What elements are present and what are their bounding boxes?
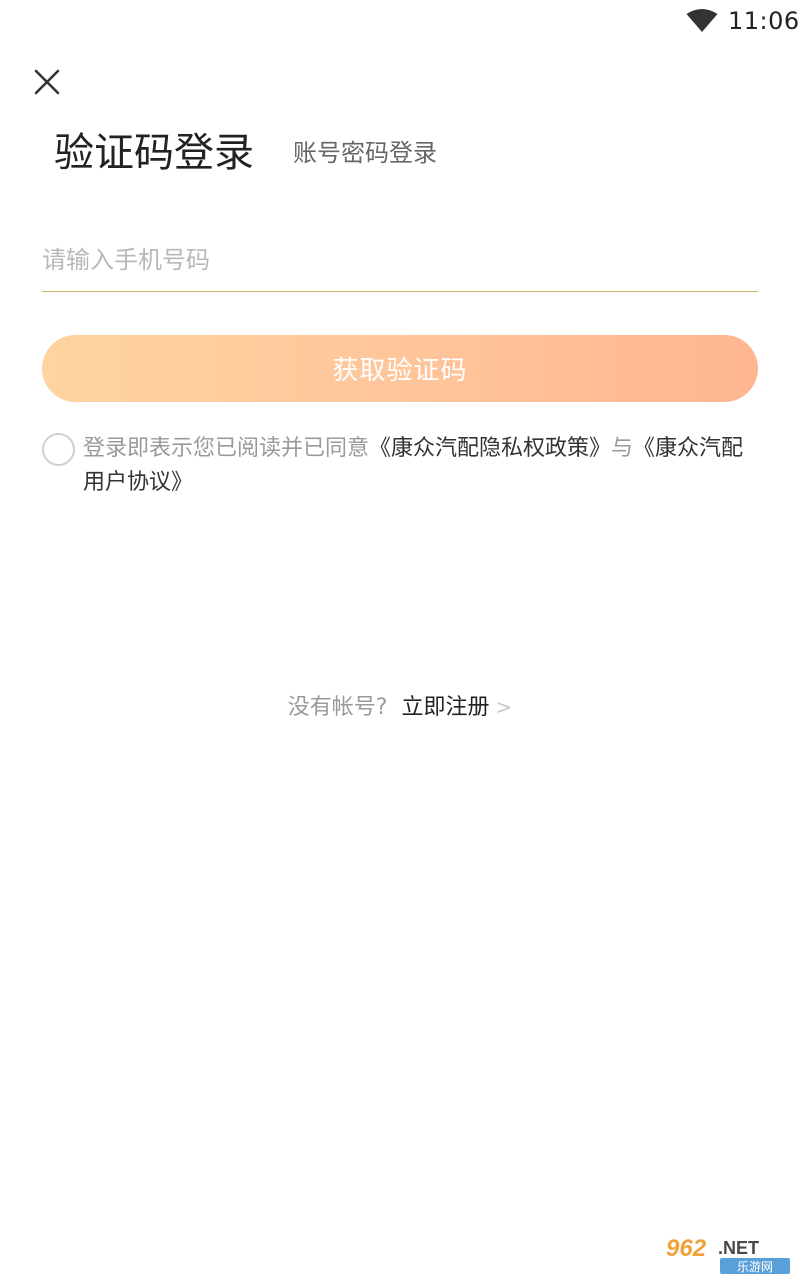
close-icon[interactable] — [30, 65, 64, 99]
agreement-text: 登录即表示您已阅读并已同意《康众汽配隐私权政策》与《康众汽配用户协议》 — [83, 432, 763, 500]
agreement-conjunction: 与 — [611, 436, 634, 461]
watermark-logo: 962 .NET 乐游网 — [660, 1232, 796, 1276]
register-link[interactable]: 立即注册 — [401, 695, 489, 720]
get-code-button[interactable]: 获取验证码 — [42, 335, 758, 402]
status-bar: 11:06 — [0, 0, 800, 44]
register-row: 没有帐号? 立即注册 > — [0, 690, 800, 725]
svg-text:962: 962 — [666, 1235, 707, 1262]
phone-input-underline — [42, 291, 758, 292]
wifi-icon — [686, 9, 718, 32]
status-time: 11:06 — [728, 7, 800, 35]
tab-password-login[interactable]: 账号密码登录 — [293, 136, 437, 170]
login-screen: 11:06 验证码登录 账号密码登录 获取验证码 登录即表示您已阅读并已同意《康… — [0, 0, 800, 1280]
svg-text:.NET: .NET — [718, 1238, 759, 1258]
agreement-checkbox[interactable] — [42, 433, 75, 466]
agreement-prefix: 登录即表示您已阅读并已同意 — [83, 436, 370, 461]
chevron-right-icon: > — [495, 695, 513, 719]
svg-text:乐游网: 乐游网 — [737, 1260, 773, 1274]
tab-sms-login[interactable]: 验证码登录 — [54, 128, 254, 178]
privacy-policy-link[interactable]: 《康众汽配隐私权政策》 — [369, 436, 611, 461]
register-prompt: 没有帐号? — [287, 695, 388, 720]
phone-input[interactable] — [42, 236, 758, 284]
